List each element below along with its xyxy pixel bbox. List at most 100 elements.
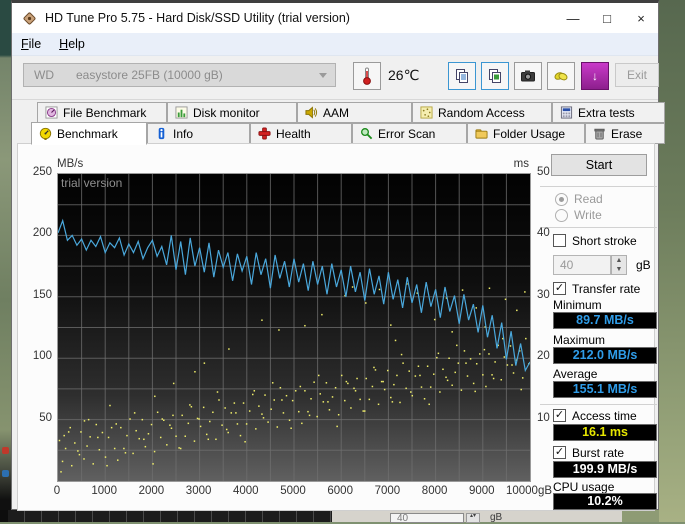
maximum-label: Maximum [553,333,605,347]
drive-select-dropdown[interactable]: WD easystore 25FB (10000 gB) [23,63,336,87]
random-access-icon [420,106,433,119]
divider [540,186,657,187]
spinner-arrows[interactable]: ▲▼ [611,255,627,275]
close-button[interactable]: × [624,3,658,33]
background-chart-corner [0,510,8,522]
tab-label: Error Scan [378,127,435,141]
menu-bar: File Help [12,33,658,56]
screenshot-button[interactable] [514,62,542,90]
y-right-tick: 20 [537,350,561,362]
y-right-tick: 40 [537,227,561,239]
stroke-unit-label: gB [636,258,651,272]
tab-folder-usage[interactable]: Folder Usage [467,123,585,144]
copy-icon [454,68,470,84]
tab-file-benchmark[interactable]: File Benchmark [37,102,167,123]
minimize-button[interactable]: — [556,3,590,33]
x-tick: 10000gB [499,485,559,497]
menu-help[interactable]: Help [50,34,94,54]
tab-label: Benchmark [57,127,118,141]
chevron-down-icon [319,73,327,78]
menu-file[interactable]: File [12,34,50,54]
exit-button[interactable]: Exit [615,63,659,87]
title-bar[interactable]: HD Tune Pro 5.75 - Hard Disk/SSD Utility… [12,3,658,33]
access-time-label: Access time [572,409,637,423]
benchmark-chart [57,173,531,482]
tab-label: Random Access [438,106,525,120]
extra-tests-icon [560,106,573,119]
background-chart-grid-fragment [8,510,332,522]
benchmark-gauge-icon [39,127,52,140]
hdtune-window: HD Tune Pro 5.75 - Hard Disk/SSD Utility… [11,0,659,510]
tab-disk-monitor[interactable]: Disk monitor [167,102,297,123]
y-left-tick: 50 [24,412,52,424]
tab-extra-tests[interactable]: Extra tests [552,102,665,123]
desktop-fragment [2,447,9,454]
read-radio[interactable] [555,193,568,206]
tab-label: Extra tests [578,106,635,120]
disk-monitor-icon [175,106,188,119]
file-benchmark-icon [45,106,58,119]
tab-label: Health [276,127,311,141]
burst-rate-value: 199.9 MB/s [553,461,657,478]
window-title: HD Tune Pro 5.75 - Hard Disk/SSD Utility… [45,11,350,25]
start-button[interactable]: Start [551,154,647,176]
desktop-left-strip [0,0,11,510]
desktop-fragment [622,510,659,522]
app-logo-icon [22,11,37,26]
short-stroke-label: Short stroke [572,234,637,248]
info-icon [155,127,168,140]
copy-image-button[interactable] [481,62,509,90]
background-spinner-unit: gB [490,512,502,523]
thermometer-icon [360,66,374,86]
copy-screenshot-icon [487,68,503,84]
y-left-axis-unit: MB/s [57,158,83,170]
temperature-button[interactable] [353,62,381,90]
burst-rate-checkbox[interactable]: ✓ [553,446,566,459]
tab-label: Folder Usage [493,127,565,141]
y-right-tick: 50 [537,166,561,178]
folder-icon [475,127,488,140]
tab-label: Info [173,127,193,141]
burst-rate-label: Burst rate [572,446,624,460]
health-cross-icon [258,127,271,140]
trash-icon [593,127,606,140]
tab-erase[interactable]: Erase [585,123,665,144]
tab-error-scan[interactable]: Error Scan [352,123,467,144]
y-right-axis-unit: ms [492,158,529,170]
magnifier-icon [360,127,373,140]
toolbar: WD easystore 25FB (10000 gB) 26℃ [12,56,658,100]
transfer-rate-label: Transfer rate [572,282,640,296]
tab-random-access[interactable]: Random Access [412,102,552,123]
desktop-right-strip [659,0,685,522]
read-label: Read [574,192,603,206]
tab-label: AAM [323,106,349,120]
donate-button[interactable] [547,62,575,90]
y-left-tick: 250 [24,166,52,178]
copy-text-button[interactable] [448,62,476,90]
background-panel-fragment: 40 ▴▾ gB [332,510,622,522]
short-stroke-value-input[interactable]: 40 [553,255,611,275]
y-left-tick: 150 [24,289,52,301]
tab-health[interactable]: Health [250,123,352,144]
tab-label: Disk monitor [193,106,260,120]
background-window-fragment: 40 ▴▾ gB [0,510,659,522]
tab-benchmark[interactable]: Benchmark [31,122,147,145]
minimum-value: 89.7 MB/s [553,312,657,329]
update-button[interactable]: ↓ [581,62,609,90]
tab-label: File Benchmark [63,106,146,120]
y-right-tick: 30 [537,289,561,301]
tab-info[interactable]: Info [147,123,250,144]
speaker-icon [305,106,318,119]
y-left-tick: 100 [24,350,52,362]
divider [540,404,657,405]
drive-vendor: WD [34,68,54,82]
write-radio[interactable] [555,209,568,222]
hand-icon [553,68,569,84]
tab-aam[interactable]: AAM [297,102,412,123]
write-label: Write [574,208,602,222]
average-label: Average [553,367,597,381]
y-right-tick: 10 [537,412,561,424]
maximize-button[interactable]: □ [590,3,624,33]
temperature-value: 26℃ [388,67,419,84]
maximum-value: 212.0 MB/s [553,347,657,364]
